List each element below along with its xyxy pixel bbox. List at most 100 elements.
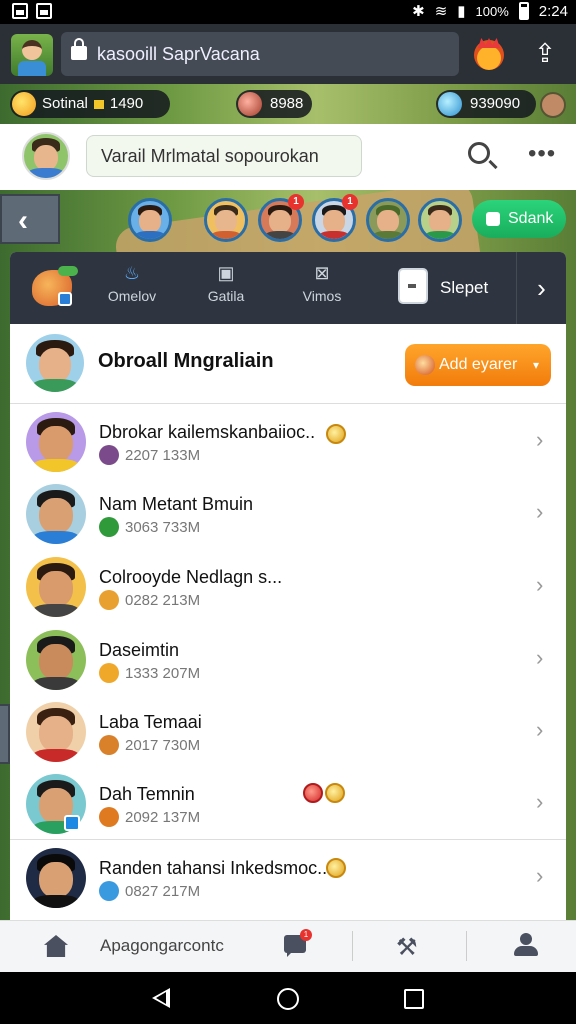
friend-meta: 2092 137M (99, 807, 200, 827)
browser-bar: kasooill SaprVacana ⇪ (0, 24, 576, 84)
gems-pill[interactable]: 939090 (436, 90, 536, 118)
panel-header: Obroall Mngraliain Add eyarer (10, 324, 566, 404)
list-item[interactable]: Colrooyde Nedlagn s... 0282 213M › (10, 550, 566, 622)
notification-badge: 1 (288, 194, 304, 210)
player-avatar[interactable] (540, 92, 566, 118)
add-player-button[interactable]: Add eyarer (405, 344, 551, 386)
home-circle-icon[interactable] (277, 988, 299, 1010)
friend-meta: 3063 733M (99, 517, 200, 537)
signal-icon: ▮ (457, 3, 466, 20)
item-icon (99, 445, 119, 465)
friend-name: Dbrokar kailemskanbaiioc.. (99, 422, 316, 442)
nav-label[interactable]: Apagongarcontc (100, 936, 224, 956)
chest-pill[interactable]: 8988 (236, 90, 312, 118)
resource-bar: Sotinal 1490 8988 939090 (0, 84, 576, 124)
friend-avatar (26, 557, 86, 617)
back-arrow-icon[interactable]: ‹ (18, 204, 28, 238)
strip-avatar[interactable] (366, 198, 410, 242)
profile-icon[interactable] (514, 933, 538, 957)
list-item[interactable]: Nam Metant Bmuin 3063 733M › (10, 477, 566, 549)
friend-name: Colrooyde Nedlagn s... (99, 567, 283, 587)
battery-icon (518, 2, 529, 20)
status-bar: ✱ ≋ ▮ 100% 2:24 (0, 0, 576, 24)
user-avatar[interactable] (22, 132, 70, 180)
strip-avatar[interactable] (128, 198, 172, 242)
url-bar[interactable]: kasooill SaprVacana (61, 32, 459, 76)
list-item[interactable]: Laba Temaai 2017 730M › (10, 695, 566, 767)
tab-slepet[interactable]: Slepet (390, 262, 514, 314)
divider (10, 839, 566, 840)
battery-percent: 100% (475, 3, 509, 19)
chevron-right-icon[interactable]: › (536, 499, 543, 525)
owner-avatar[interactable] (26, 334, 84, 392)
chevron-right-icon[interactable]: › (536, 427, 543, 453)
url-text: kasooill SaprVacana (97, 44, 260, 64)
friend-name: Randen tahansi Inkedsmoc.. (99, 858, 328, 878)
gems-value: 939090 (470, 95, 521, 112)
friend-name: Laba Temaai (99, 712, 202, 732)
recents-icon[interactable] (404, 989, 424, 1009)
chevron-right-icon[interactable]: › (536, 863, 543, 889)
chevron-right-icon[interactable]: › (536, 645, 543, 671)
chevron-right-icon[interactable]: › (536, 572, 543, 598)
friend-avatar (26, 630, 86, 690)
friend-avatar (26, 484, 86, 544)
swords-icon: ⊠ (314, 263, 330, 283)
chest-value: 8988 (270, 95, 304, 112)
friend-meta: 1333 207M (99, 663, 200, 683)
friend-name: Dah Temnin (99, 784, 195, 804)
strip-avatar[interactable] (418, 198, 462, 242)
online-badge (64, 815, 80, 831)
share-icon[interactable]: ⇪ (530, 38, 560, 68)
fire-icon: ♨ (123, 263, 141, 283)
tab-food[interactable] (28, 266, 80, 310)
list-item[interactable]: Daseimtin 1333 207M › (10, 623, 566, 695)
friend-meta: 0282 213M (99, 590, 200, 610)
more-icon[interactable]: ••• (528, 142, 556, 166)
device-icon (398, 268, 428, 304)
card-icon: ▣ (217, 263, 235, 283)
coins-label: Sotinal (42, 95, 88, 112)
owner-name: Obroall Mngraliain (98, 350, 274, 372)
tab-vimos[interactable]: ⊠ Vimos (282, 264, 362, 314)
profile-header: Varail Mrlmatal sopourokan ••• (0, 124, 576, 190)
wrench-icon[interactable]: ⚒ (396, 933, 418, 962)
strip-action-button[interactable]: Sdank (472, 200, 566, 238)
crown-icon[interactable] (474, 40, 504, 70)
bottom-nav: Apagongarcontc 1 ⚒ (0, 920, 576, 972)
friend-avatar (26, 848, 86, 908)
gem-icon (438, 92, 462, 116)
strip-avatar[interactable] (204, 198, 248, 242)
coins-value: 1490 (109, 95, 144, 112)
list-item[interactable]: Dah Temnin 2092 137M › (10, 767, 566, 839)
food-icon (99, 807, 119, 827)
gallery-icon (12, 3, 28, 19)
tab-gatila[interactable]: ▣ Gatila (186, 264, 266, 314)
search-icon[interactable] (468, 142, 490, 164)
chevron-right-icon[interactable]: › (536, 717, 543, 743)
tab-bar: ♨ Omelov ▣ Gatila ⊠ Vimos Slepet › (10, 252, 566, 324)
food-icon (99, 590, 119, 610)
home-icon[interactable] (44, 935, 68, 957)
heart-icon (303, 783, 323, 803)
coins-pill[interactable]: Sotinal 1490 (10, 90, 170, 118)
clock: 2:24 (538, 2, 568, 20)
food-icon (99, 663, 119, 683)
status-message[interactable]: Varail Mrlmatal sopourokan (86, 135, 362, 177)
list-item[interactable]: Dbrokar kailemskanbaiioc.. 2207 133M › (10, 405, 566, 477)
friend-avatar (26, 412, 86, 472)
tab-omelov[interactable]: ♨ Omelov (92, 264, 172, 314)
notification-badge: 1 (342, 194, 358, 210)
divider (352, 931, 353, 961)
coin-icon (12, 92, 36, 116)
list-item[interactable]: Randen tahansi Inkedsmoc.. 0827 217M › (10, 841, 566, 913)
system-nav (0, 972, 576, 1024)
site-avatar-icon[interactable] (11, 34, 53, 76)
chevron-right-icon[interactable]: › (536, 789, 543, 815)
friend-avatar (26, 702, 86, 762)
flag-icon (93, 99, 104, 109)
chest-icon (238, 92, 262, 116)
back-icon[interactable] (152, 988, 170, 1008)
divider (466, 931, 467, 961)
chevron-right-icon[interactable]: › (516, 252, 566, 324)
